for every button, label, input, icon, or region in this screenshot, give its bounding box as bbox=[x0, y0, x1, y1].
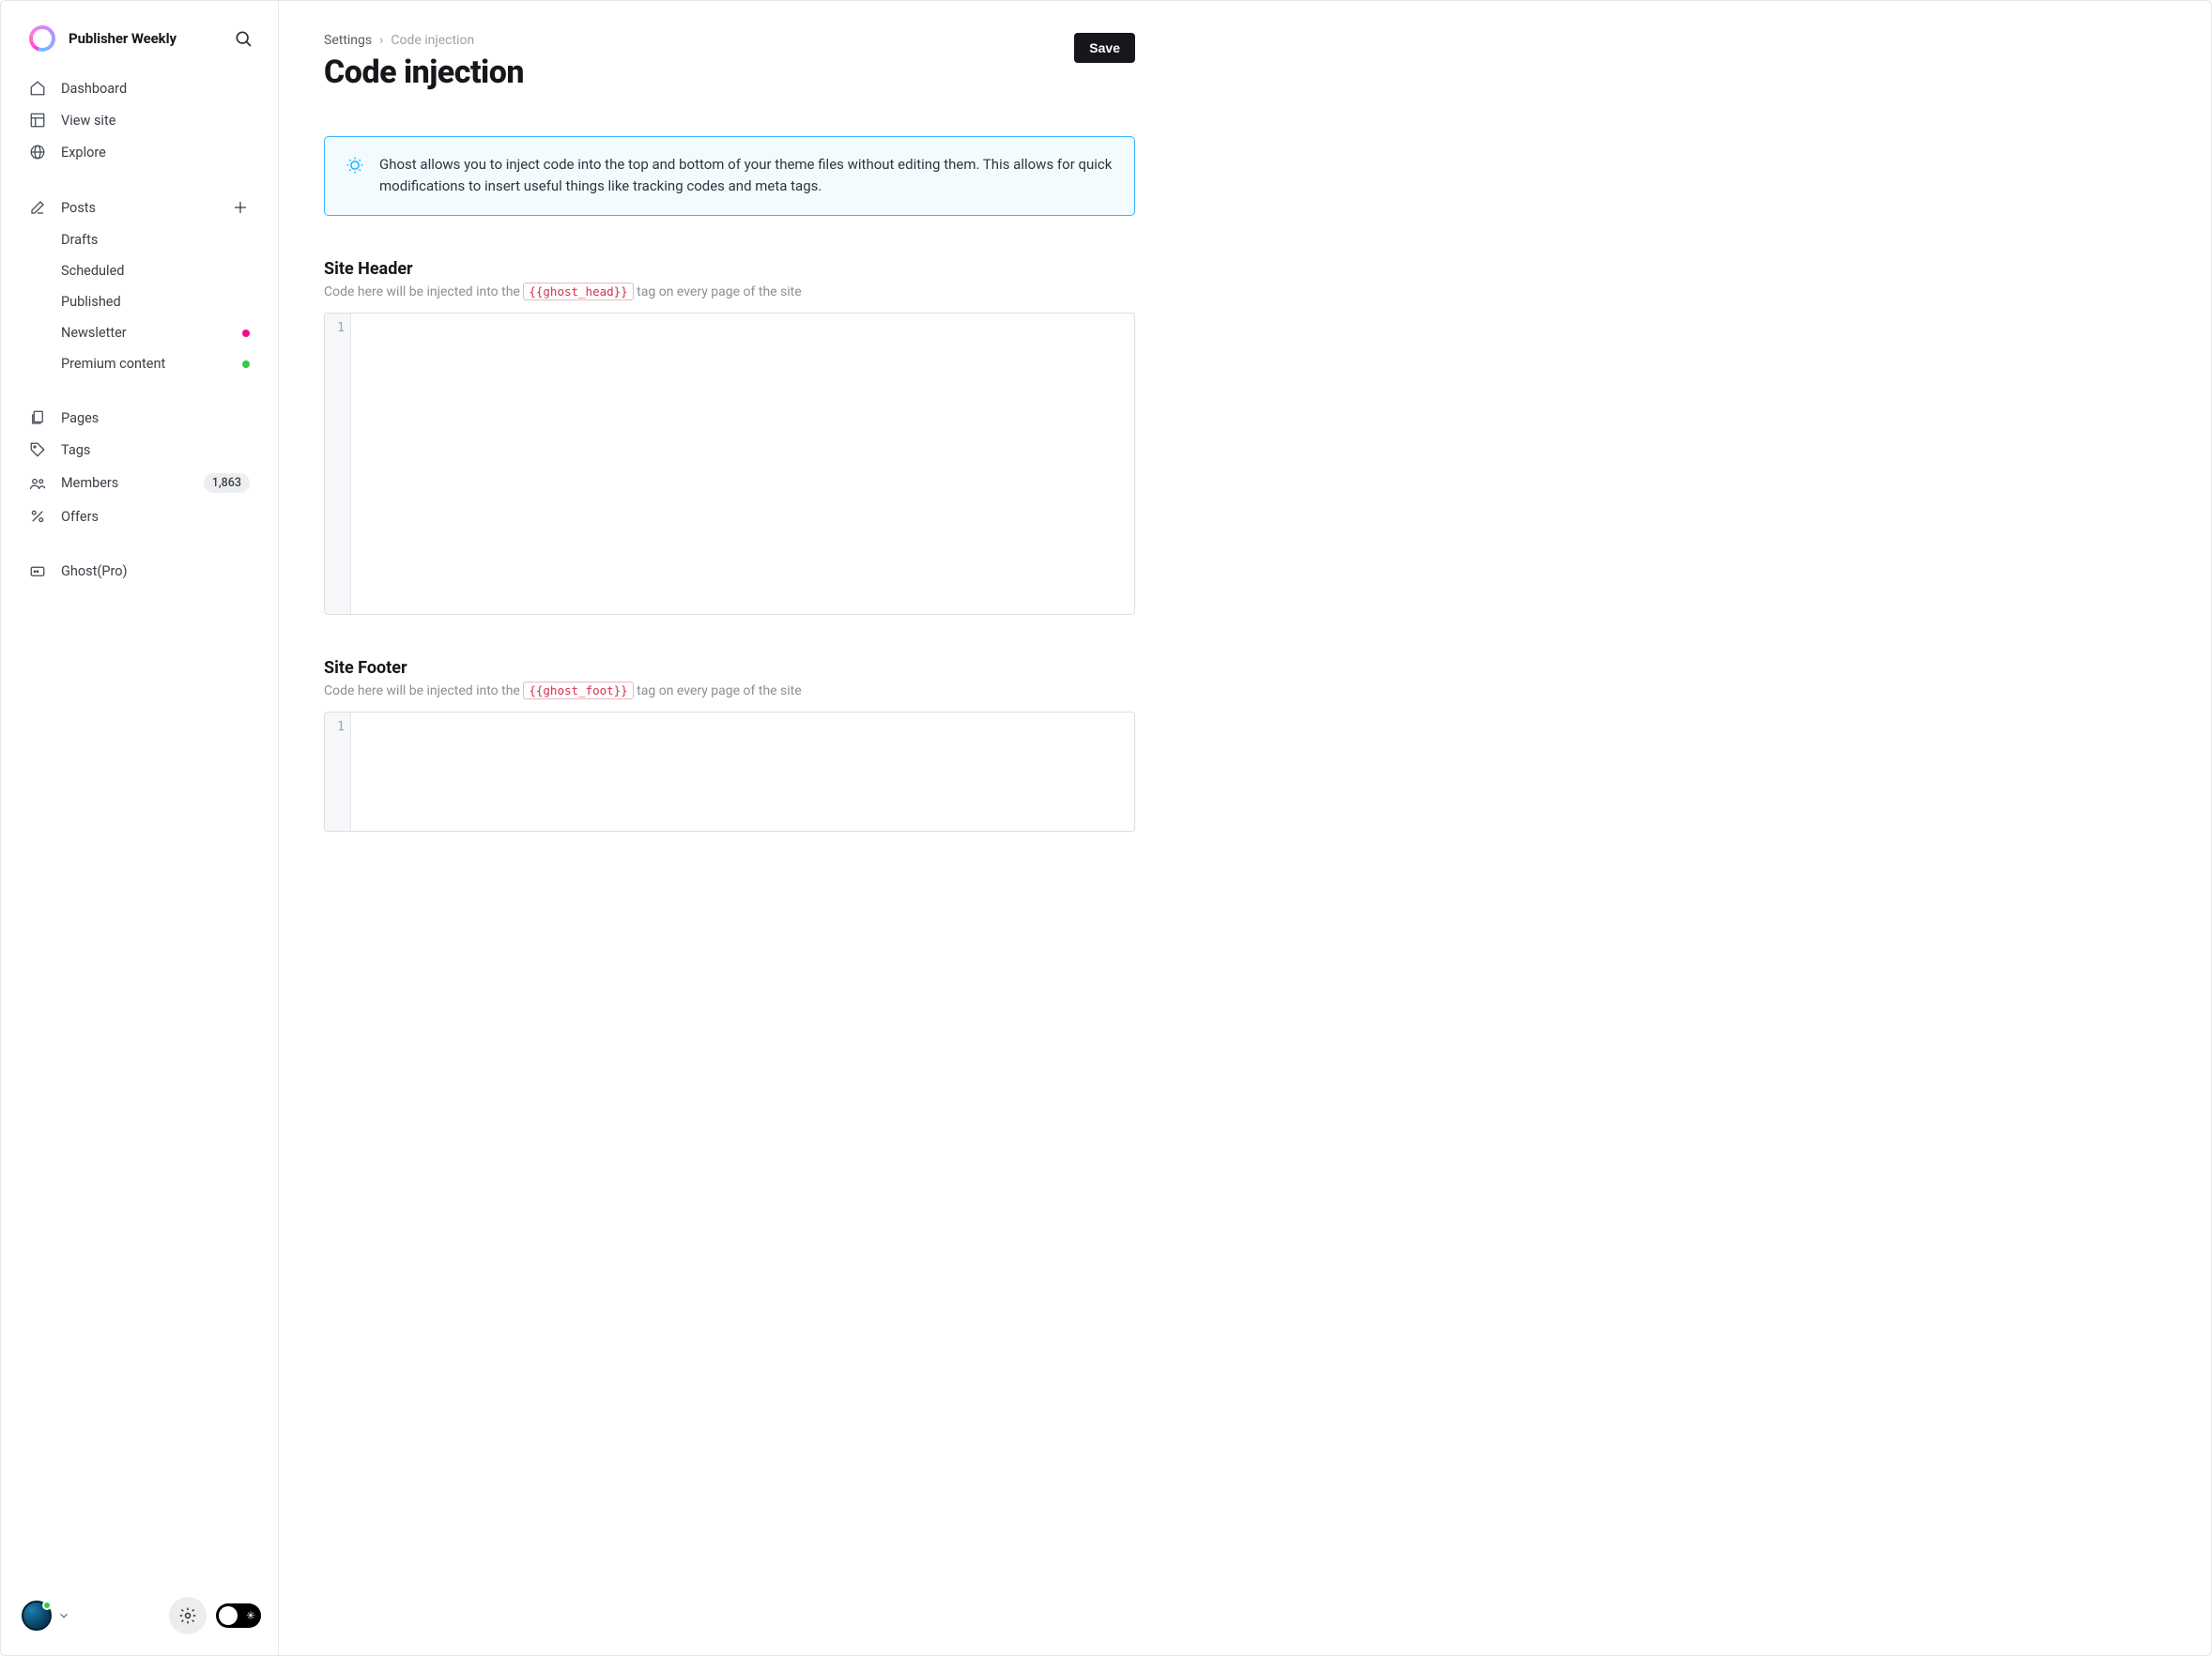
site-footer-code-editor: 1 bbox=[324, 712, 1135, 832]
sidebar: Publisher Weekly Dashboard View site bbox=[1, 1, 279, 1655]
nav-label: Published bbox=[61, 294, 250, 310]
sidebar-header: Publisher Weekly bbox=[1, 1, 278, 59]
nav-label: Explore bbox=[61, 145, 250, 161]
save-button[interactable]: Save bbox=[1074, 33, 1135, 63]
nav-label: Newsletter bbox=[61, 325, 227, 341]
nav-item-drafts[interactable]: Drafts bbox=[12, 224, 267, 255]
ghost-head-tag-code: {{ghost_head}} bbox=[523, 283, 633, 300]
dot-indicator-icon bbox=[242, 360, 250, 368]
breadcrumb-root[interactable]: Settings bbox=[324, 33, 372, 48]
tag-icon bbox=[29, 441, 46, 458]
app-root: Publisher Weekly Dashboard View site bbox=[0, 0, 2212, 1656]
nav-item-view-site[interactable]: View site bbox=[12, 104, 267, 136]
site-footer-section: Site Footer Code here will be injected i… bbox=[324, 658, 1135, 832]
nav-item-scheduled[interactable]: Scheduled bbox=[12, 255, 267, 286]
header-left: Settings › Code injection Code injection bbox=[324, 33, 524, 91]
site-header-section: Site Header Code here will be injected i… bbox=[324, 259, 1135, 615]
chevron-right-icon: › bbox=[379, 33, 383, 48]
dot-indicator-icon bbox=[242, 330, 250, 337]
nav-item-published[interactable]: Published bbox=[12, 286, 267, 317]
info-banner-text: Ghost allows you to inject code into the… bbox=[379, 154, 1114, 198]
page-header: Settings › Code injection Code injection… bbox=[324, 33, 1135, 91]
users-icon bbox=[29, 475, 46, 492]
settings-button[interactable] bbox=[169, 1597, 207, 1634]
site-header-textarea[interactable] bbox=[351, 314, 1134, 614]
nav-label: Members bbox=[61, 475, 189, 491]
plus-icon bbox=[232, 199, 249, 216]
nav-item-ghost-pro[interactable]: Ghost(Pro) bbox=[12, 555, 267, 587]
desc-text-before: Code here will be injected into the bbox=[324, 683, 523, 698]
header-actions: Save bbox=[1074, 33, 1135, 63]
nav-label: Pages bbox=[61, 410, 250, 426]
nav-item-explore[interactable]: Explore bbox=[12, 136, 267, 168]
layout-icon bbox=[29, 112, 46, 129]
breadcrumb: Settings › Code injection bbox=[324, 33, 524, 48]
chevron-down-icon bbox=[57, 1609, 70, 1622]
brand-name: Publisher Weekly bbox=[69, 30, 220, 47]
brand-logo-icon bbox=[29, 25, 55, 52]
main-inner: Settings › Code injection Code injection… bbox=[279, 1, 1180, 907]
nav-item-pages[interactable]: Pages bbox=[12, 402, 267, 434]
nav-label: Drafts bbox=[61, 232, 250, 248]
nav-label: Premium content bbox=[61, 356, 227, 372]
nav-label: Offers bbox=[61, 509, 250, 525]
toggle-knob-icon bbox=[219, 1606, 238, 1625]
primary-nav: Dashboard View site Explore bbox=[1, 59, 278, 609]
breadcrumb-current: Code injection bbox=[391, 33, 474, 48]
nav-label: Ghost(Pro) bbox=[61, 563, 250, 579]
nav-section-top: Dashboard View site Explore bbox=[12, 72, 267, 168]
globe-icon bbox=[29, 144, 46, 161]
members-count-badge: 1,863 bbox=[204, 473, 250, 493]
theme-toggle[interactable]: ✳ bbox=[216, 1603, 261, 1628]
sidebar-footer: ✳ bbox=[1, 1580, 278, 1655]
nav-label: Scheduled bbox=[61, 263, 250, 279]
nav-section-posts: Posts Drafts Scheduled Published bbox=[12, 191, 267, 379]
section-title: Site Header bbox=[324, 259, 1135, 279]
gear-icon bbox=[178, 1606, 197, 1625]
site-footer-textarea[interactable] bbox=[351, 713, 1134, 831]
section-description: Code here will be injected into the {{gh… bbox=[324, 683, 1135, 698]
section-description: Code here will be injected into the {{gh… bbox=[324, 284, 1135, 299]
nav-label: Tags bbox=[61, 442, 250, 458]
lightbulb-icon bbox=[346, 156, 364, 198]
nav-item-offers[interactable]: Offers bbox=[12, 500, 267, 532]
section-title: Site Footer bbox=[324, 658, 1135, 678]
nav-section-lower: Pages Tags Members 1,863 bbox=[12, 402, 267, 532]
user-menu-button[interactable] bbox=[22, 1601, 70, 1631]
search-icon bbox=[234, 29, 253, 48]
home-icon bbox=[29, 80, 46, 97]
status-dot-icon bbox=[42, 1601, 52, 1610]
info-banner: Ghost allows you to inject code into the… bbox=[324, 136, 1135, 216]
nav-label: View site bbox=[61, 113, 250, 129]
nav-label: Posts bbox=[61, 200, 216, 216]
desc-text-after: tag on every page of the site bbox=[634, 284, 802, 299]
nav-label: Dashboard bbox=[61, 81, 250, 97]
nav-item-premium-content[interactable]: Premium content bbox=[12, 348, 267, 379]
nav-section-pro: Ghost(Pro) bbox=[12, 555, 267, 587]
nav-item-tags[interactable]: Tags bbox=[12, 434, 267, 466]
nav-item-posts[interactable]: Posts bbox=[12, 191, 267, 224]
percent-icon bbox=[29, 508, 46, 525]
main-content: Settings › Code injection Code injection… bbox=[279, 1, 2211, 1655]
gutter-line-number: 1 bbox=[325, 713, 351, 831]
desc-text-before: Code here will be injected into the bbox=[324, 284, 523, 299]
new-post-button[interactable] bbox=[231, 198, 250, 217]
ghost-foot-tag-code: {{ghost_foot}} bbox=[523, 682, 633, 699]
site-header-code-editor: 1 bbox=[324, 313, 1135, 615]
avatar-icon bbox=[22, 1601, 52, 1631]
desc-text-after: tag on every page of the site bbox=[634, 683, 802, 698]
nav-item-newsletter[interactable]: Newsletter bbox=[12, 317, 267, 348]
nav-item-members[interactable]: Members 1,863 bbox=[12, 466, 267, 500]
card-icon bbox=[29, 562, 46, 579]
edit-icon bbox=[29, 199, 46, 216]
copy-icon bbox=[29, 409, 46, 426]
nav-item-dashboard[interactable]: Dashboard bbox=[12, 72, 267, 104]
gutter-line-number: 1 bbox=[325, 314, 351, 614]
page-title: Code injection bbox=[324, 54, 524, 91]
sun-icon: ✳ bbox=[246, 1610, 255, 1621]
search-button[interactable] bbox=[233, 28, 253, 49]
